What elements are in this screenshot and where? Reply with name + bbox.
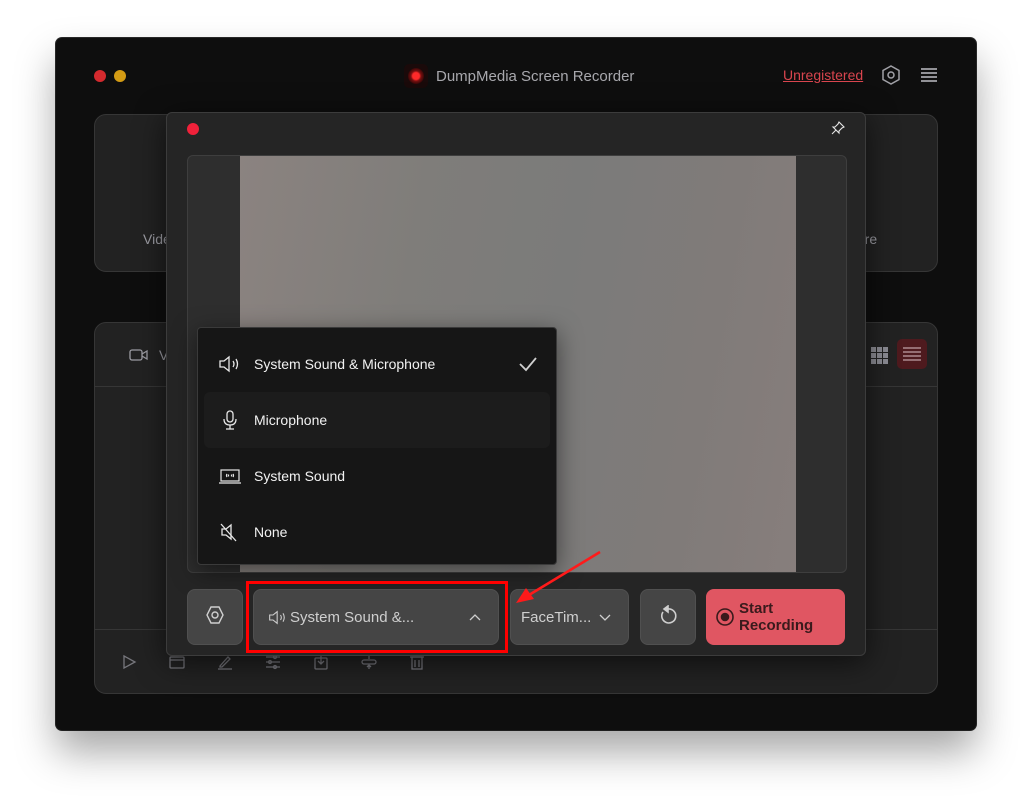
- record-logo-icon: [404, 64, 428, 88]
- video-camera-icon[interactable]: [129, 347, 149, 363]
- play-icon[interactable]: [121, 654, 137, 670]
- camera-select-value: FaceTim...: [521, 608, 592, 626]
- webcam-recorder-window: System Sound & Microphone Microphone Sys…: [166, 112, 866, 656]
- microphone-icon: [218, 410, 242, 430]
- audio-option-none[interactable]: None: [204, 504, 550, 560]
- recorder-close-button[interactable]: [187, 123, 199, 135]
- title-bar: DumpMedia Screen Recorder: [404, 62, 634, 90]
- pin-icon[interactable]: [831, 121, 845, 135]
- audio-source-select[interactable]: System Sound &...: [253, 589, 499, 645]
- hamburger-menu-icon[interactable]: [918, 64, 940, 86]
- audio-option-system-and-mic[interactable]: System Sound & Microphone: [204, 336, 550, 392]
- menu-item-label: System Sound & Microphone: [254, 356, 436, 372]
- speaker-icon: [218, 354, 242, 374]
- settings-hexagon-icon[interactable]: [880, 64, 902, 86]
- merge-icon[interactable]: [361, 654, 377, 670]
- app-title: DumpMedia Screen Recorder: [436, 67, 635, 85]
- audio-select-value: System Sound &...: [290, 608, 415, 626]
- list-view-icon[interactable]: [897, 339, 927, 369]
- menu-item-label: Microphone: [254, 412, 328, 428]
- recorder-settings-button[interactable]: [187, 589, 243, 645]
- folder-icon[interactable]: [169, 654, 185, 670]
- unregistered-link[interactable]: Unregistered: [783, 67, 863, 83]
- edit-icon[interactable]: [217, 654, 233, 670]
- adjust-sliders-icon[interactable]: [265, 654, 281, 670]
- camera-source-select[interactable]: FaceTim...: [510, 589, 629, 645]
- audio-source-menu: System Sound & Microphone Microphone Sys…: [197, 327, 557, 565]
- chevron-up-icon: [468, 610, 482, 624]
- rotate-icon: [658, 603, 678, 630]
- checkmark-icon: [518, 354, 538, 374]
- import-icon[interactable]: [313, 654, 329, 670]
- menu-item-label: System Sound: [254, 468, 346, 484]
- window-close-button[interactable]: [94, 70, 106, 82]
- audio-option-microphone[interactable]: Microphone: [204, 392, 550, 448]
- trash-icon[interactable]: [409, 654, 425, 670]
- muted-speaker-icon: [218, 522, 242, 542]
- settings-hexagon-icon: [204, 604, 226, 631]
- speaker-icon: [268, 609, 288, 626]
- audio-option-system-sound[interactable]: System Sound: [204, 448, 550, 504]
- laptop-sound-icon: [218, 466, 242, 486]
- start-recording-button[interactable]: Start Recording: [706, 589, 845, 645]
- reset-button[interactable]: [640, 589, 696, 645]
- menu-item-label: None: [254, 524, 288, 540]
- window-minimize-button[interactable]: [114, 70, 126, 82]
- grid-view-icon[interactable]: [871, 347, 888, 364]
- chevron-down-icon: [598, 610, 612, 624]
- record-icon: [715, 607, 735, 627]
- start-recording-label: Start Recording: [739, 600, 814, 634]
